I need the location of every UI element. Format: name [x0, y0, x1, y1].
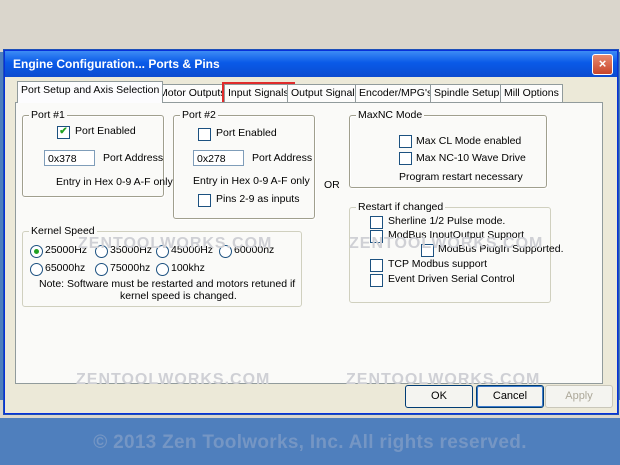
apply-button[interactable]: Apply [545, 385, 613, 408]
close-button[interactable]: × [592, 54, 613, 75]
pins-as-inputs-label: Pins 2-9 as inputs [216, 193, 300, 205]
max-nc10-wave-checkbox[interactable] [399, 152, 412, 165]
port1-address-input[interactable]: 0x378 [44, 150, 95, 166]
watermark-2: ZENTOOLWORKS.COM [349, 235, 544, 252]
restart-group: Restart if changed Sherline 1/2 Pulse mo… [349, 201, 564, 303]
dialog-titlebar: Engine Configuration... Ports & Pins × [5, 51, 617, 77]
tab-panel-port-setup: Port #1 ✔ Port Enabled 0x378 Port Addres… [15, 102, 603, 388]
kernel-radio-75000[interactable] [95, 263, 108, 276]
program-restart-note: Program restart necessary [399, 171, 523, 183]
max-nc10-wave-label: Max NC-10 Wave Drive [416, 152, 526, 164]
kernel-label-100k: 100khz [171, 262, 205, 274]
watermark-3: ZENTOOLWORKS.COM [76, 371, 271, 388]
port2-legend: Port #2 [180, 109, 218, 121]
engine-configuration-dialog: Engine Configuration... Ports & Pins × P… [4, 50, 618, 414]
port2-enabled-label: Port Enabled [216, 127, 277, 139]
port1-enabled-label: Port Enabled [75, 125, 136, 137]
kernel-radio-25000[interactable] [30, 245, 43, 258]
checkmark-icon: ✔ [59, 126, 68, 137]
cancel-button[interactable]: Cancel [476, 385, 544, 408]
port1-address-label: Port Address [103, 152, 164, 164]
dialog-title: Engine Configuration... Ports & Pins [13, 57, 220, 71]
kernel-label-75000: 75000hz [110, 262, 151, 274]
tab-input-signals[interactable]: Input Signals [222, 82, 295, 104]
background-window-top [0, 0, 620, 52]
max-cl-mode-checkbox[interactable] [399, 135, 412, 148]
tcp-modbus-checkbox[interactable] [370, 259, 383, 272]
kernel-note-line2: kernel speed is changed. [120, 290, 237, 302]
port2-address-input[interactable]: 0x278 [193, 150, 244, 166]
sherline-pulse-label: Sherline 1/2 Pulse mode. [388, 215, 506, 227]
tcp-modbus-label: TCP Modbus support [388, 258, 488, 270]
port1-enabled-checkbox[interactable]: ✔ [57, 126, 70, 139]
port2-enabled-checkbox[interactable] [198, 128, 211, 141]
kernel-label-65000: 65000hz [45, 262, 86, 274]
watermark-1: ZENTOOLWORKS.COM [78, 235, 273, 252]
max-cl-mode-label: Max CL Mode enabled [416, 135, 522, 147]
port1-hint: Entry in Hex 0-9 A-F only [56, 176, 173, 188]
pins-as-inputs-checkbox[interactable] [198, 194, 211, 207]
ok-button[interactable]: OK [405, 385, 473, 408]
tab-output-signals[interactable]: Output Signals [287, 84, 364, 102]
maxnc-group: MaxNC Mode Max CL Mode enabled Max NC-10… [349, 109, 547, 188]
tab-mill-options[interactable]: Mill Options [500, 84, 563, 102]
tab-motor-outputs[interactable]: Motor Outputs [155, 84, 230, 102]
kernel-radio-65000[interactable] [30, 263, 43, 276]
maxnc-legend: MaxNC Mode [356, 109, 425, 121]
port2-hint: Entry in Hex 0-9 A-F only [193, 175, 310, 187]
port2-address-label: Port Address [252, 152, 313, 164]
close-icon: × [598, 56, 607, 71]
event-serial-checkbox[interactable] [370, 274, 383, 287]
tab-spindle-setup[interactable]: Spindle Setup [430, 84, 504, 102]
event-serial-label: Event Driven Serial Control [388, 273, 515, 285]
port1-legend: Port #1 [29, 109, 67, 121]
or-label: OR [324, 179, 340, 191]
port2-group: Port #2 Port Enabled 0x278 Port Address … [173, 109, 315, 219]
kernel-radio-100k[interactable] [156, 263, 169, 276]
sherline-pulse-checkbox[interactable] [370, 216, 383, 229]
copyright-text: © 2013 Zen Toolworks, Inc. All rights re… [93, 432, 527, 453]
kernel-note-line1: Note: Software must be restarted and mot… [39, 278, 296, 290]
port1-group: Port #1 ✔ Port Enabled 0x378 Port Addres… [22, 109, 173, 197]
restart-legend: Restart if changed [356, 201, 446, 213]
tab-encoder-mpg[interactable]: Encoder/MPG's [355, 84, 437, 102]
tab-port-setup[interactable]: Port Setup and Axis Selection [17, 81, 164, 103]
